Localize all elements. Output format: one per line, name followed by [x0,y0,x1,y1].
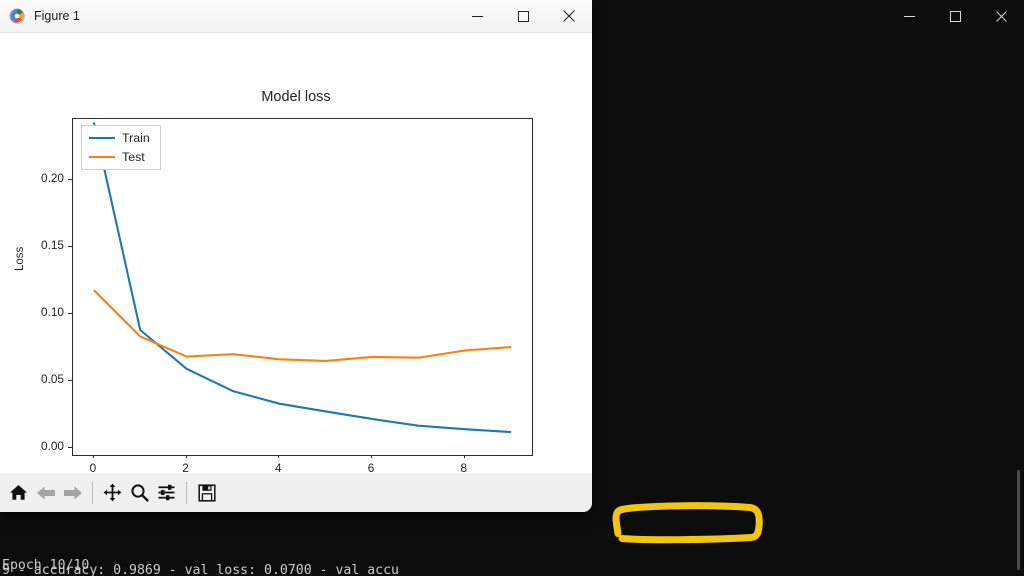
legend-label-test: Test [122,150,145,164]
matplotlib-icon [9,8,25,24]
maximize-icon [517,10,529,22]
figure-close-button[interactable] [546,0,592,33]
figure-window-title: Figure 1 [34,9,80,23]
y-tick-label: 0.00 [41,438,64,453]
toolbar-zoom-button[interactable] [126,479,153,507]
magnifier-icon [131,484,149,502]
chart-plot-area[interactable]: Train Test [72,118,533,456]
toolbar-pan-button[interactable] [99,479,126,507]
figure-window-controls [454,0,592,33]
arrow-right-icon [63,486,82,499]
close-icon [995,10,1007,22]
matplotlib-figure-window: Figure 1 Model loss Loss 0.00 0.05 0.10 … [0,0,592,512]
move-icon [103,483,122,502]
toolbar-separator [186,481,187,504]
chart-legend: Train Test [81,125,161,170]
home-icon [10,485,27,500]
legend-label-train: Train [122,131,150,145]
chart-title: Model loss [261,89,331,105]
chart-series-test [93,289,512,363]
toolbar-separator [92,481,93,504]
minimize-icon [471,15,483,17]
toolbar-home-button[interactable] [5,479,32,507]
y-tick-label: 0.15 [41,237,64,252]
legend-swatch-test [89,155,115,159]
terminal-minimize-button[interactable] [886,0,932,32]
close-icon [563,10,575,22]
arrow-left-icon [36,486,55,499]
y-tick-label: 0.10 [41,304,64,319]
figure-canvas[interactable]: Model loss Loss Epoch 0.000.050.100.150.… [0,33,592,495]
toolbar-back-button[interactable] [32,479,59,507]
toolbar-save-button[interactable] [193,479,220,507]
toolbar-forward-button[interactable] [59,479,86,507]
terminal-scrollbar[interactable] [1017,470,1020,570]
legend-entry-test: Test [89,150,150,164]
floppy-disk-icon [197,483,216,502]
screen: 1 - accuracy: 0.9341 - val_loss: 0.1178 … [0,0,1024,576]
legend-swatch-train [89,136,115,140]
y-tick-label: 0.05 [41,371,64,386]
minimize-icon [903,15,915,17]
y-tick-label: 0.20 [41,170,64,185]
maximize-icon [949,10,961,22]
matplotlib-navigation-toolbar [0,473,592,512]
legend-entry-train: Train [89,131,150,145]
toolbar-subplots-button[interactable] [153,479,180,507]
terminal-close-button[interactable] [978,0,1024,32]
terminal-line-epoch: Epoch 10/10 [2,557,90,573]
terminal-maximize-button[interactable] [932,0,978,32]
terminal-window-controls [886,0,1024,32]
figure-maximize-button[interactable] [500,0,546,33]
figure-titlebar[interactable]: Figure 1 [0,0,592,33]
sliders-icon [158,484,175,501]
figure-minimize-button[interactable] [454,0,500,33]
